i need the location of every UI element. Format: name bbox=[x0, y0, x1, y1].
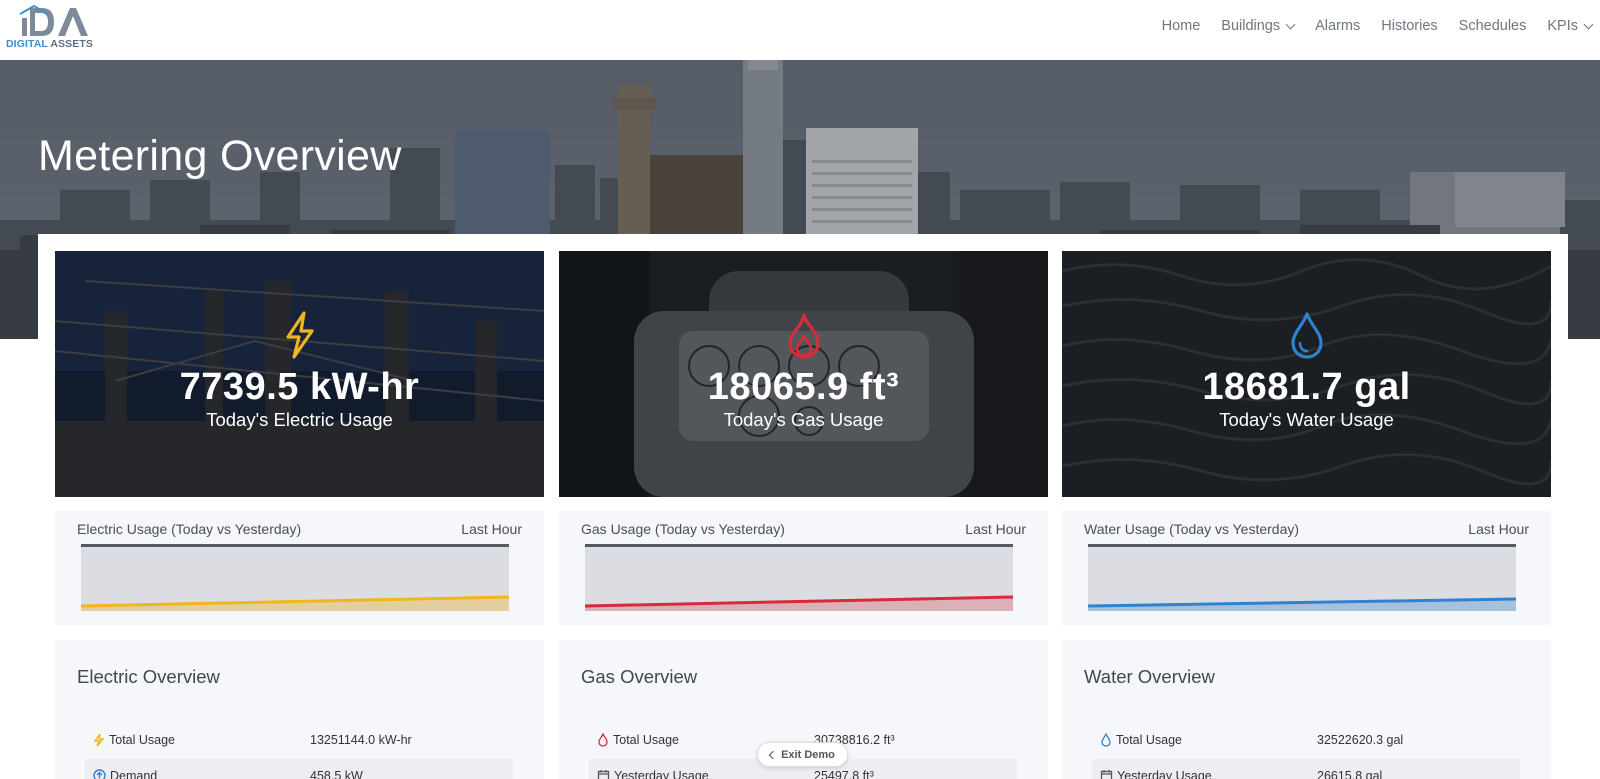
water-usage-card[interactable]: 18681.7 gal Today's Water Usage bbox=[1062, 251, 1551, 497]
content-panel: 7739.5 kW-hr Today's Electric Usage Elec… bbox=[38, 234, 1568, 779]
trend-title: Gas Usage (Today vs Yesterday) bbox=[581, 521, 785, 537]
overview-title: Electric Overview bbox=[77, 666, 220, 687]
arrow-up-circle-icon bbox=[93, 769, 106, 779]
electric-usage-card[interactable]: 7739.5 kW-hr Today's Electric Usage bbox=[55, 251, 544, 497]
trend-title: Electric Usage (Today vs Yesterday) bbox=[77, 521, 302, 537]
sparkline bbox=[1088, 544, 1516, 611]
water-drop-icon bbox=[1101, 732, 1111, 747]
electric-usage-label: Today's Electric Usage bbox=[206, 409, 393, 430]
brand-logo-mark bbox=[19, 4, 88, 36]
nav-schedules[interactable]: Schedules bbox=[1459, 18, 1527, 34]
calendar-icon bbox=[597, 770, 610, 779]
trend-range[interactable]: Last Hour bbox=[965, 521, 1026, 537]
gas-trend-chart: Gas Usage (Today vs Yesterday) Last Hour bbox=[559, 511, 1048, 625]
water-trend-chart: Water Usage (Today vs Yesterday) Last Ho… bbox=[1062, 511, 1551, 625]
water-overview: Water Overview Total Usage 32522620.3 ga… bbox=[1062, 640, 1551, 779]
exit-demo-button[interactable]: Exit Demo bbox=[757, 742, 848, 767]
table-row: Yesterday Usage 26615.8 gal bbox=[1092, 759, 1520, 779]
water-drop-icon bbox=[1062, 311, 1551, 363]
electric-overview: Electric Overview Total Usage 13251144.0… bbox=[55, 640, 544, 779]
lightning-bolt-icon bbox=[93, 733, 105, 746]
electric-column: 7739.5 kW-hr Today's Electric Usage Elec… bbox=[55, 234, 544, 779]
electric-usage-value: 7739.5 kW-hr bbox=[179, 366, 420, 408]
trend-range[interactable]: Last Hour bbox=[1468, 521, 1529, 537]
nav-menu: Home Buildings Alarms Histories Schedule… bbox=[1141, 0, 1594, 52]
lightning-bolt-icon bbox=[55, 311, 544, 363]
water-usage-label: Today's Water Usage bbox=[1219, 409, 1394, 430]
table-row: Total Usage 13251144.0 kW-hr bbox=[85, 723, 513, 756]
nav-buildings[interactable]: Buildings bbox=[1221, 18, 1296, 34]
overview-title: Gas Overview bbox=[581, 666, 698, 687]
sparkline bbox=[585, 544, 1013, 611]
table-row: Total Usage 32522620.3 gal bbox=[1092, 723, 1520, 756]
flame-icon bbox=[559, 311, 1048, 363]
flame-icon bbox=[598, 732, 608, 747]
table-row: Demand 458.5 kW bbox=[85, 759, 513, 779]
trend-title: Water Usage (Today vs Yesterday) bbox=[1084, 521, 1300, 537]
top-nav: DIGITAL ASSETS Home Buildings Alarms His… bbox=[0, 0, 1600, 60]
gas-usage-value: 18065.9 ft³ bbox=[707, 366, 900, 408]
chevron-left-icon bbox=[768, 750, 778, 759]
gas-usage-label: Today's Gas Usage bbox=[723, 409, 884, 430]
gas-column: 18065.9 ft³ Today's Gas Usage Gas Usage … bbox=[559, 234, 1048, 779]
water-usage-value: 18681.7 gal bbox=[1202, 366, 1411, 408]
chevron-down-icon bbox=[1583, 19, 1594, 29]
trend-range[interactable]: Last Hour bbox=[461, 521, 522, 537]
brand-logo[interactable]: DIGITAL ASSETS bbox=[6, 4, 102, 52]
water-column: 18681.7 gal Today's Water Usage Water Us… bbox=[1062, 234, 1551, 779]
gas-usage-card[interactable]: 18065.9 ft³ Today's Gas Usage bbox=[559, 251, 1048, 497]
calendar-icon bbox=[1100, 770, 1113, 779]
nav-alarms[interactable]: Alarms bbox=[1315, 18, 1360, 34]
brand-name: DIGITAL ASSETS bbox=[6, 38, 93, 50]
nav-kpis[interactable]: KPIs bbox=[1547, 18, 1594, 34]
page-title: Metering Overview bbox=[38, 132, 402, 180]
sparkline bbox=[81, 544, 509, 611]
nav-histories[interactable]: Histories bbox=[1381, 18, 1437, 34]
overview-title: Water Overview bbox=[1084, 666, 1215, 687]
electric-trend-chart: Electric Usage (Today vs Yesterday) Last… bbox=[55, 511, 544, 625]
chevron-down-icon bbox=[1285, 19, 1296, 29]
nav-home[interactable]: Home bbox=[1162, 18, 1201, 34]
